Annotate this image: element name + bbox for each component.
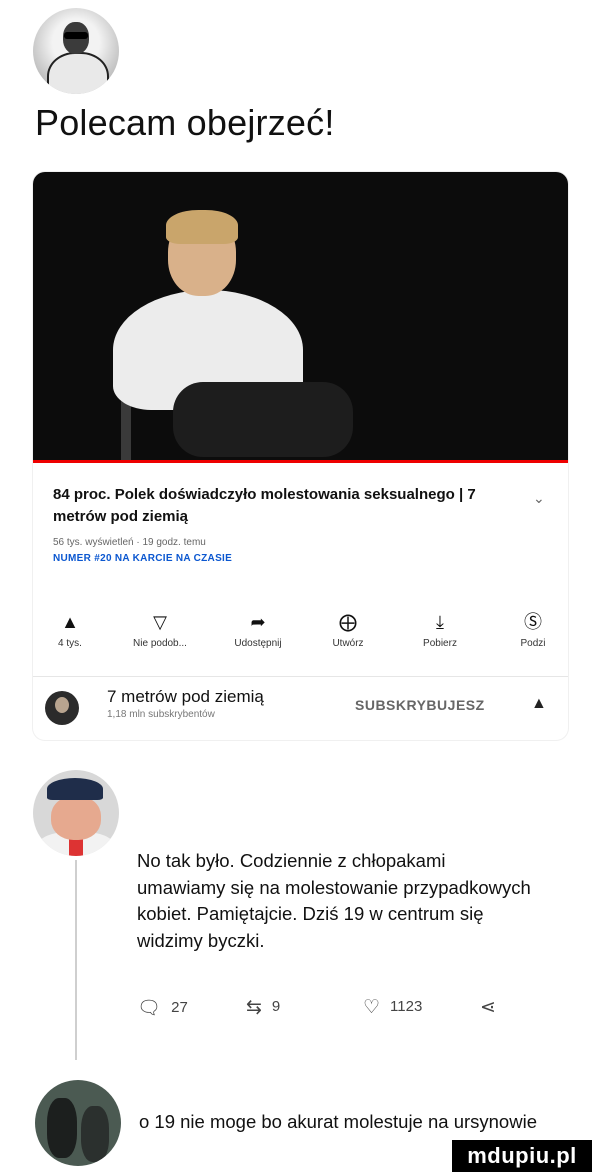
video-meta: 56 tys. wyświetleń · 19 godz. temu (53, 537, 206, 548)
like-icon: ▲ (61, 612, 79, 632)
dislike-icon: ▽ (153, 612, 167, 632)
download-label: Pobierz (423, 638, 457, 649)
third-post-text: o 19 nie moge bo akurat molestuje na urs… (139, 1111, 537, 1132)
third-author-avatar[interactable] (35, 1080, 121, 1166)
remix-label: Utwórz (332, 638, 364, 649)
site-watermark: mdupiu.pl (452, 1140, 592, 1172)
comment-icon: 🗨 (137, 998, 162, 1019)
youtube-video-card[interactable]: 84 proc. Polek doświadczyło molestowania… (33, 172, 568, 740)
remix-button[interactable]: ⨁ Utwórz (313, 610, 383, 649)
subscribe-button[interactable]: SUBSKRYBUJESZ (355, 697, 485, 713)
share-nodes-icon: ⋖ (480, 997, 496, 1018)
retweet-count: 9 (271, 998, 281, 1015)
subscriber-count: 1,18 mln subskrybentów (107, 709, 215, 720)
reply-text: No tak było. Codziennie z chłopakami uma… (137, 850, 531, 951)
heart-icon: ♡ (363, 997, 381, 1018)
like-tweet-button[interactable]: ♡ 1123 (363, 996, 422, 1019)
share-tweet-button[interactable]: ⋖ (480, 996, 506, 1019)
thanks-label: Podzi (520, 638, 546, 649)
remix-icon: ⨁ (339, 612, 357, 632)
channel-avatar[interactable] (45, 691, 79, 725)
reply-author-avatar[interactable] (33, 770, 119, 856)
reply-button[interactable]: 🗨 27 (137, 996, 188, 1020)
reply-count: 27 (171, 999, 188, 1016)
retweet-button[interactable]: ⇆ 9 (246, 996, 280, 1019)
channel-row: 7 metrów pod ziemią 1,18 mln subskrybent… (33, 676, 568, 740)
share-icon: ➦ (250, 612, 266, 632)
avatar-face (51, 796, 101, 840)
figure-hair (166, 210, 238, 244)
thread-line (75, 860, 77, 1060)
progress-fill (33, 460, 568, 463)
avatar-person-right (81, 1106, 109, 1162)
avatar-sunglasses (64, 32, 88, 39)
channel-name[interactable]: 7 metrów pod ziemią (107, 687, 264, 707)
avatar-cap (47, 778, 103, 800)
bell-icon[interactable]: ▲ (531, 695, 547, 713)
video-title[interactable]: 84 proc. Polek doświadczyło molestowania… (53, 484, 493, 528)
channel-avatar-face (55, 697, 69, 713)
download-icon: ⤓ (436, 612, 444, 632)
dislike-label: Nie podob... (133, 638, 187, 649)
video-progress-bar[interactable] (33, 460, 568, 463)
retweet-icon: ⇆ (246, 997, 262, 1018)
avatar-person-left (47, 1098, 77, 1158)
trending-hashtag[interactable]: NUMER #20 NA KARCIE NA CZASIE (53, 553, 232, 564)
share-button[interactable]: ➦ Udostępnij (223, 610, 293, 649)
like-count: 4 tys. (58, 638, 82, 649)
share-label: Udostępnij (234, 638, 282, 649)
dislike-button[interactable]: ▽ Nie podob... (125, 610, 195, 649)
video-thumbnail[interactable] (33, 172, 568, 462)
like-button[interactable]: ▲ 4 tys. (35, 610, 105, 649)
figure-pants (173, 382, 353, 457)
like-tweet-count: 1123 (390, 998, 423, 1015)
author-avatar[interactable] (33, 8, 119, 94)
download-button[interactable]: ⤓ Pobierz (405, 610, 475, 649)
chevron-down-icon[interactable]: ⌄ (533, 490, 545, 507)
thanks-button[interactable]: Ⓢ Podzi (498, 610, 568, 649)
avatar-figure-body (47, 52, 109, 94)
post-text: Polecam obejrzeć! (35, 102, 335, 143)
thanks-icon: Ⓢ (524, 612, 542, 632)
